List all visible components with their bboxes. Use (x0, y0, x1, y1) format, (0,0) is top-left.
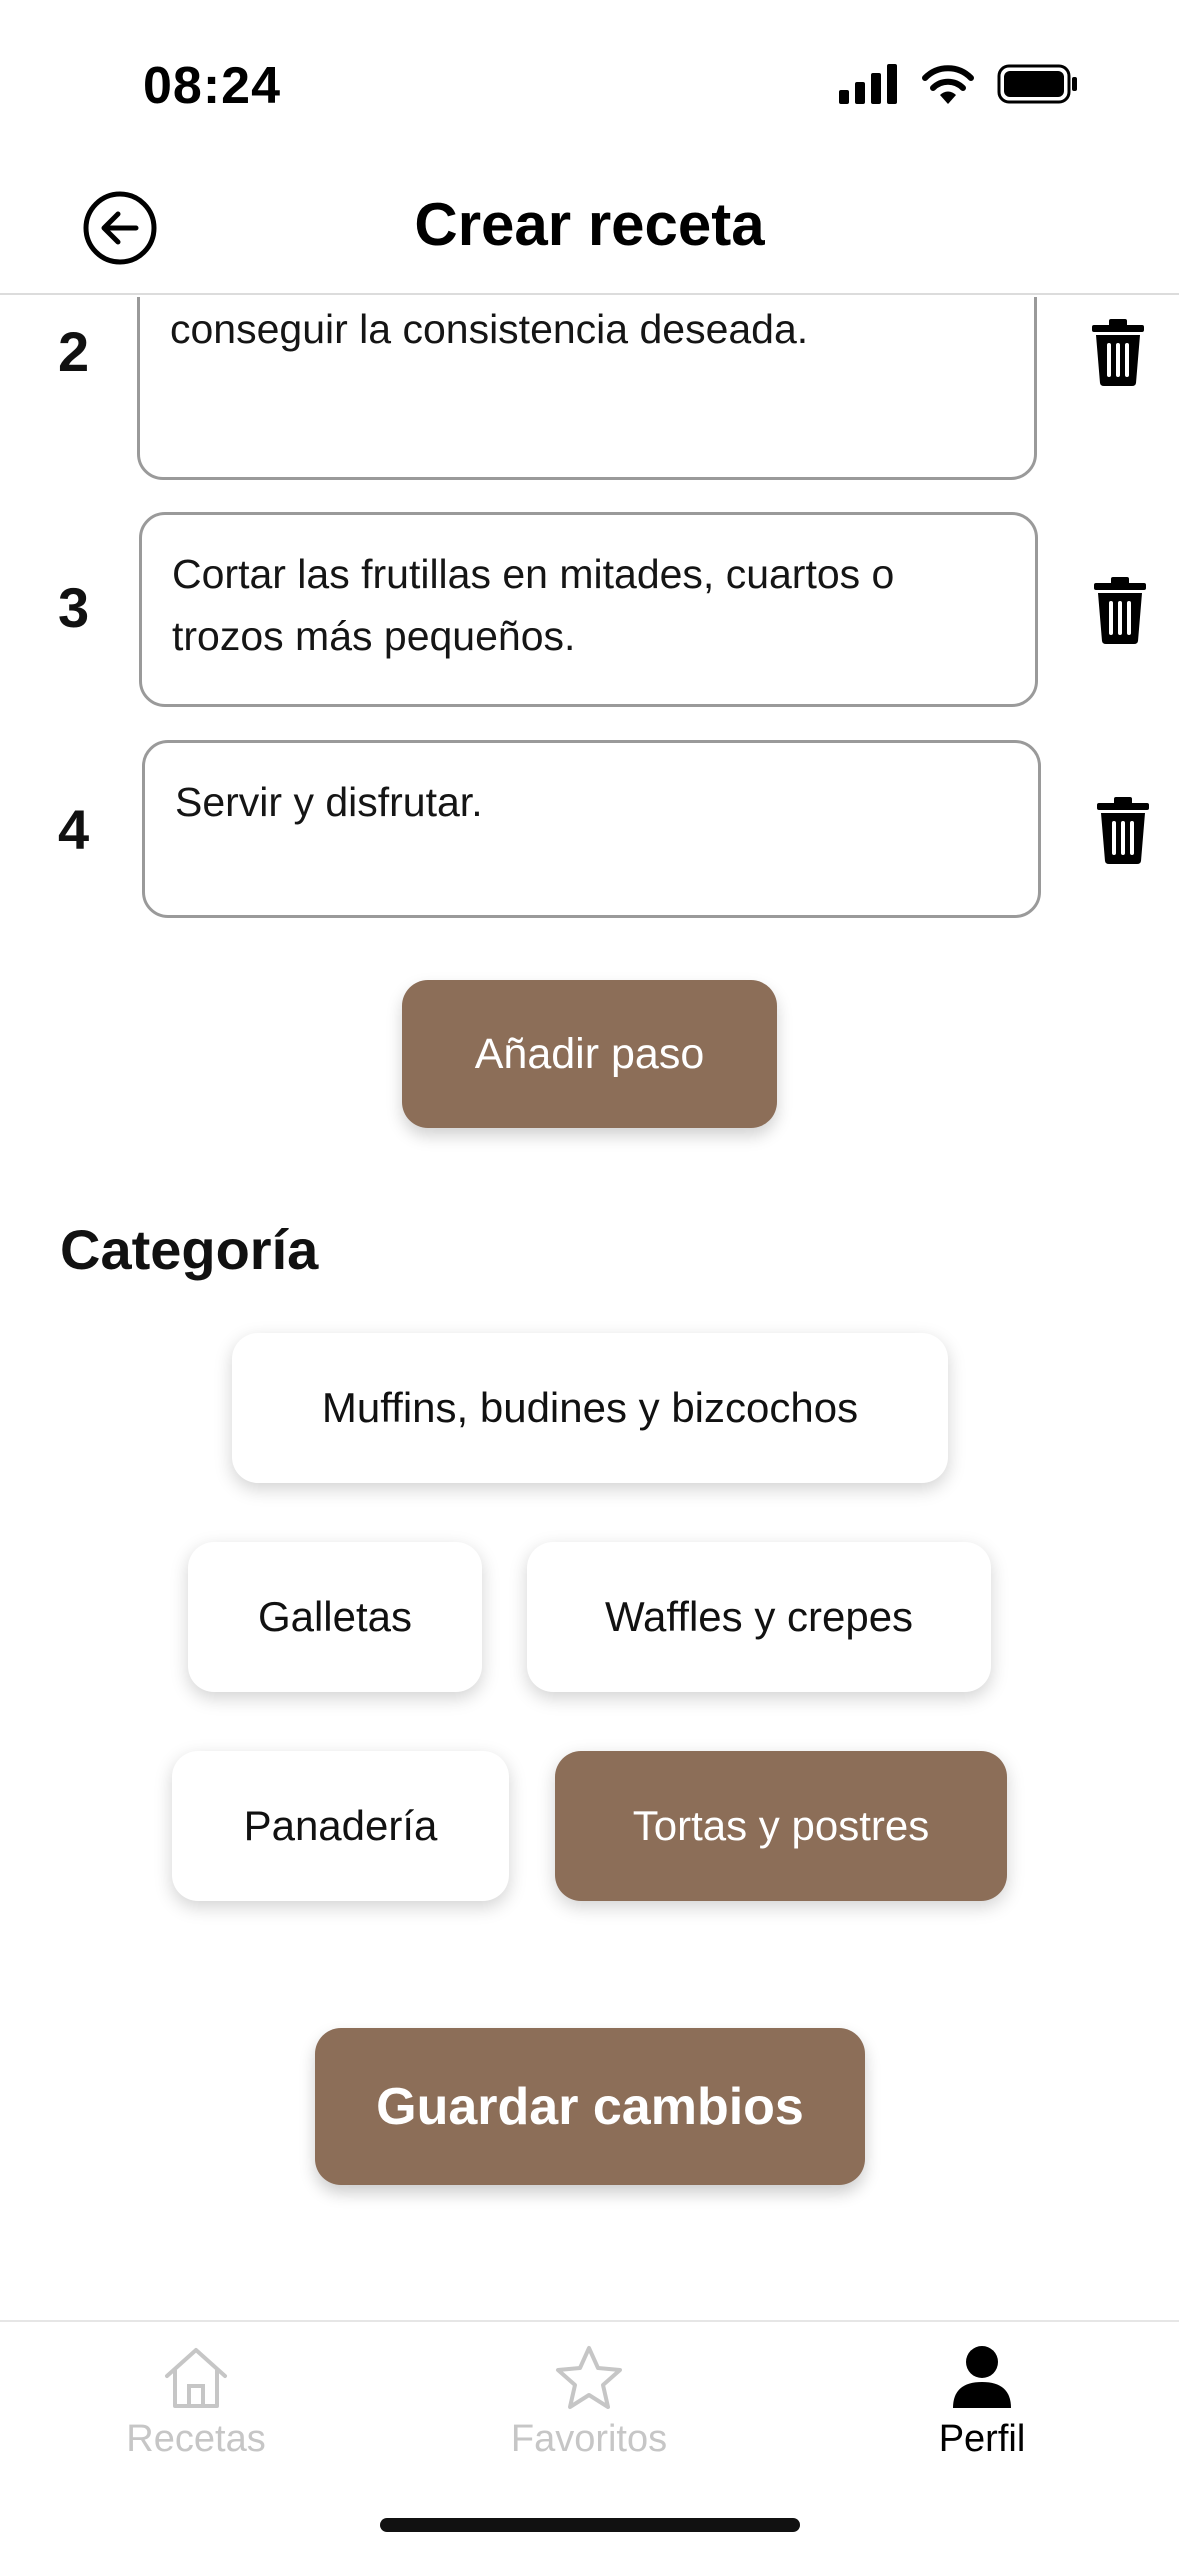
nav-label: Recetas (126, 2418, 266, 2460)
nav-item-favoritos[interactable]: Favoritos (459, 2344, 719, 2461)
step-number: 3 (58, 576, 90, 639)
category-title: Categoría (60, 1218, 319, 1281)
category-chip-selected[interactable]: Tortas y postres (555, 1751, 1007, 1901)
nav-label: Favoritos (510, 2418, 668, 2460)
page-title: Crear receta (414, 191, 765, 258)
category-chip[interactable]: Panadería (172, 1751, 509, 1901)
nav-item-perfil[interactable]: Perfil (852, 2344, 1112, 2461)
create-recipe-screen: 08:24 Crear receta 2 Batir (0, 0, 1179, 2556)
nav-label: Perfil (938, 2418, 1026, 2460)
trash-icon[interactable] (1088, 317, 1148, 387)
app-header: Crear receta (0, 160, 1179, 295)
star-icon (556, 2346, 622, 2409)
trash-icon[interactable] (1093, 795, 1153, 865)
save-changes-button[interactable]: Guardar cambios (315, 2028, 865, 2185)
home-indicator (380, 2518, 800, 2532)
nav-item-recetas[interactable]: Recetas (66, 2344, 326, 2461)
add-step-button[interactable]: Añadir paso (402, 980, 777, 1128)
step-number: 4 (58, 798, 90, 861)
recipe-form: 2 Batir con batidora eléctrica o manual … (0, 297, 1179, 2320)
home-icon (165, 2348, 227, 2408)
step-text-field[interactable]: Cortar las frutillas en mitades, cuartos… (139, 512, 1038, 707)
trash-icon[interactable] (1090, 575, 1150, 645)
category-chip[interactable]: Muffins, budines y bizcochos (232, 1333, 948, 1483)
signal-icon (839, 64, 897, 104)
category-chip[interactable]: Galletas (188, 1542, 482, 1692)
step-text-field[interactable]: Servir y disfrutar. (142, 740, 1041, 918)
step-number: 2 (58, 320, 90, 383)
user-icon (953, 2346, 1011, 2408)
step-text-field[interactable]: Batir con batidora eléctrica o manual ha… (137, 297, 1037, 480)
category-chip[interactable]: Waffles y crepes (527, 1542, 991, 1692)
status-icons (839, 64, 1079, 104)
wifi-icon (922, 65, 974, 104)
battery-icon (997, 64, 1077, 104)
status-time: 08:24 (143, 57, 281, 115)
